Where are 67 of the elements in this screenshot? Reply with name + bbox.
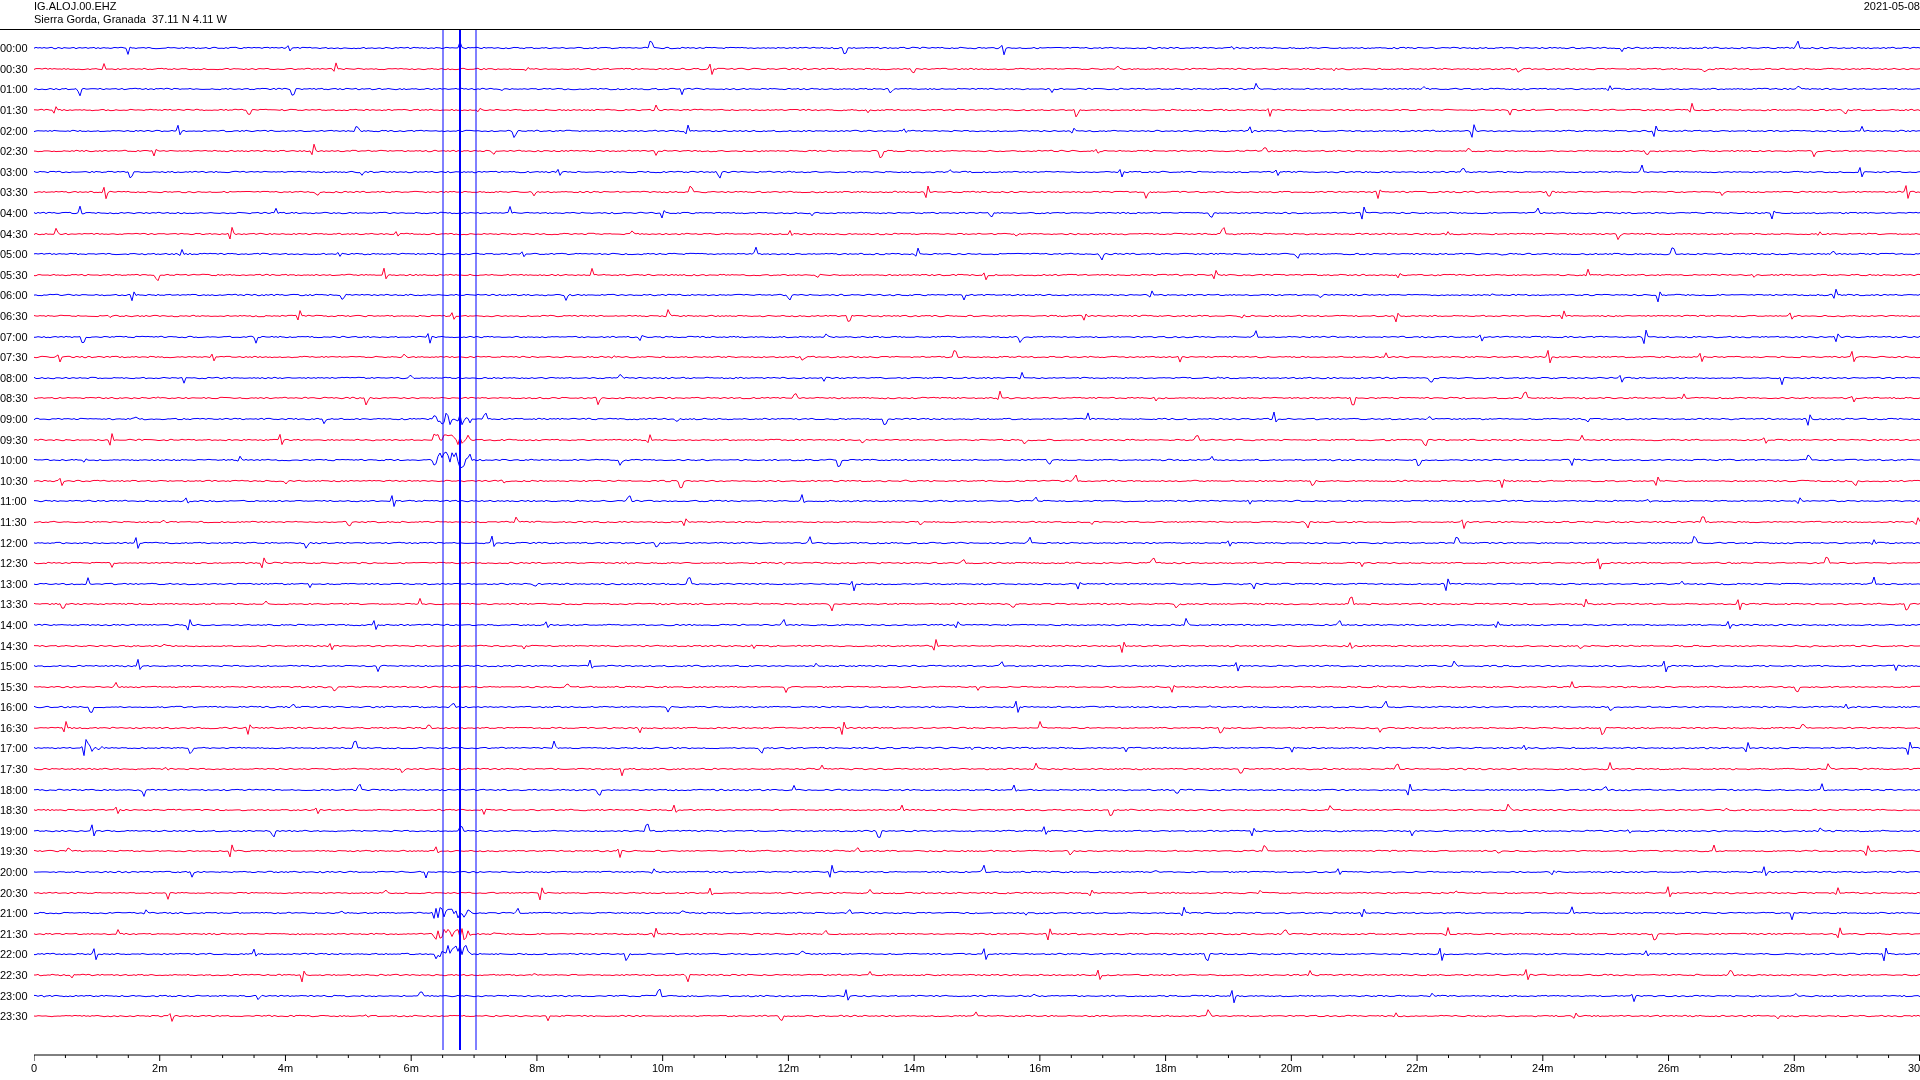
time-label: 18:30: [0, 804, 29, 817]
time-label: 20:00: [0, 866, 29, 879]
time-label: 16:30: [0, 721, 29, 734]
time-label: 15:00: [0, 660, 29, 673]
axis-tick-label: 2m: [152, 1062, 168, 1074]
time-label: 10:30: [0, 474, 29, 487]
time-label: 19:30: [0, 845, 29, 858]
time-label: 11:00: [0, 495, 28, 508]
axis-tick-label: 14m: [903, 1062, 925, 1074]
time-label: 05:00: [0, 248, 29, 261]
time-label: 23:30: [0, 1010, 29, 1023]
axis-tick-label: 4m: [277, 1062, 294, 1074]
time-label: 06:00: [0, 289, 29, 302]
axis-tick-label: 30: [1907, 1062, 1920, 1074]
time-label: 13:00: [0, 577, 29, 590]
time-label: 22:00: [0, 948, 29, 961]
time-label: 19:00: [0, 824, 29, 837]
time-label: 05:30: [0, 268, 29, 281]
time-label: 04:30: [0, 227, 29, 240]
time-label: 12:30: [0, 557, 29, 570]
time-label: 08:30: [0, 392, 29, 405]
time-label: 03:00: [0, 165, 29, 178]
time-label: 01:30: [0, 104, 29, 117]
axis-tick-label: 0: [30, 1062, 38, 1074]
time-label: 04:00: [0, 207, 29, 220]
axis-tick-label: 8m: [529, 1062, 545, 1074]
time-label: 13:30: [0, 598, 29, 611]
time-label: 01:00: [0, 83, 29, 96]
axis-tick-label: 18m: [1154, 1062, 1177, 1074]
time-label: 02:00: [0, 124, 29, 137]
time-label: 10:00: [0, 454, 29, 467]
time-label: 22:30: [0, 969, 29, 981]
station-code: IG.ALOJ.00.EHZ: [34, 0, 118, 13]
time-label: 08:00: [0, 371, 29, 384]
time-label: 09:00: [0, 413, 29, 425]
axis-tick-label: 20m: [1280, 1062, 1303, 1074]
time-label: 16:00: [0, 701, 29, 714]
time-label: 09:30: [0, 433, 29, 446]
time-label: 20:30: [0, 886, 29, 899]
time-label: 07:30: [0, 351, 29, 364]
time-label: 03:30: [0, 186, 29, 199]
time-label: 12:00: [0, 536, 29, 549]
time-label: 14:00: [0, 618, 29, 631]
time-label: 17:30: [0, 763, 29, 776]
axis-tick-label: 28m: [1783, 1062, 1805, 1074]
axis-tick-label: 24m: [1532, 1062, 1554, 1074]
time-label: 06:30: [0, 310, 29, 322]
time-label: 21:30: [0, 927, 29, 940]
axis-tick-label: 12m: [777, 1062, 800, 1074]
axis-tick-label: 22m: [1406, 1062, 1428, 1074]
time-label: 18:00: [0, 783, 29, 796]
axis-tick-label: 6m: [403, 1062, 419, 1074]
time-label: 02:30: [0, 145, 29, 158]
time-label: 21:00: [0, 907, 29, 920]
time-label: 15:30: [0, 680, 29, 693]
axis-tick-label: 26m: [1657, 1062, 1680, 1074]
axis-tick-label: 10m: [651, 1062, 674, 1074]
station-location: Sierra Gorda, Granada 37.11 N 4.11 W: [34, 13, 227, 26]
time-label: 07:00: [0, 330, 29, 343]
time-label: 11:30: [0, 515, 28, 528]
time-label: 00:00: [0, 42, 29, 55]
time-label: 23:00: [0, 989, 29, 1002]
time-label: 00:30: [0, 62, 29, 75]
axis-tick-label: 16m: [1029, 1062, 1051, 1074]
time-label: 14:30: [0, 639, 29, 652]
time-label: 17:00: [0, 742, 29, 755]
date-label: 2021-05-08: [1863, 0, 1920, 14]
